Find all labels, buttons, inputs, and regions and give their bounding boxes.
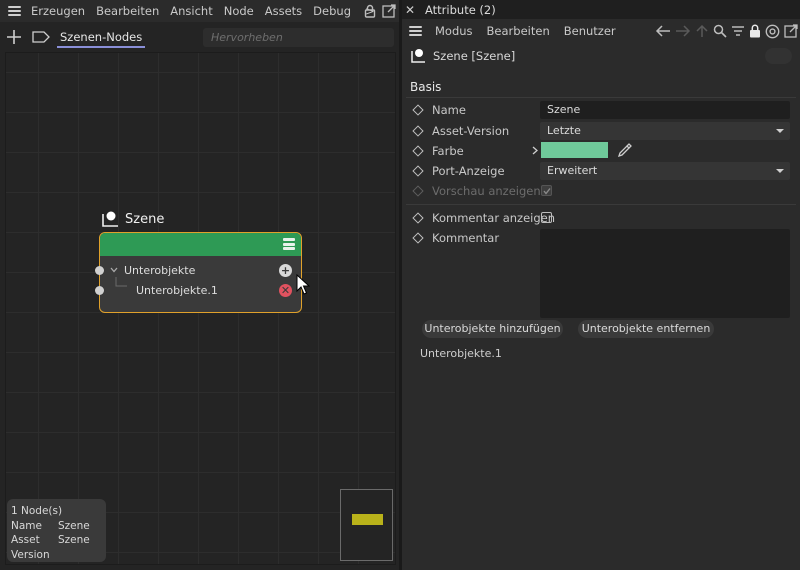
object-toggle-pill[interactable] — [765, 48, 792, 64]
menu-node[interactable]: Node — [221, 4, 262, 18]
property-kommentar-anzeigen: Kommentar anzeigen — [402, 208, 800, 228]
port-label: Unterobjekte — [124, 264, 196, 277]
port-row-unterobjekte-1: Unterobjekte.1 ✕ — [95, 277, 301, 301]
mouse-cursor-icon — [296, 274, 310, 296]
section-divider — [406, 97, 796, 98]
menu-erzeugen[interactable]: Erzeugen — [28, 4, 93, 18]
info-row: Version — [11, 548, 50, 561]
add-subobjects-button[interactable]: Unterobjekte hinzufügen — [422, 320, 563, 338]
keyframe-diamond-icon — [412, 185, 424, 197]
search-icon[interactable] — [713, 24, 727, 38]
lock-icon[interactable] — [364, 4, 376, 18]
lock-icon[interactable] — [749, 24, 761, 38]
keyframe-diamond-icon[interactable] — [412, 212, 424, 224]
eyedropper-icon[interactable] — [617, 142, 633, 158]
keyframe-diamond-icon[interactable] — [412, 125, 424, 137]
remove-port-icon[interactable]: ✕ — [279, 284, 292, 297]
object-header-row: Szene [Szene] — [410, 46, 792, 66]
node-count: 1 Node(s) — [11, 505, 63, 517]
node-header[interactable] — [100, 233, 301, 256]
menu-assets[interactable]: Assets — [262, 4, 310, 18]
scene-node-icon — [101, 210, 121, 228]
menu-debug[interactable]: Debug — [310, 4, 359, 18]
minimap[interactable] — [340, 489, 393, 561]
property-asset-version: Asset-Version Letzte — [402, 121, 800, 141]
tree-branch-icon — [114, 277, 128, 291]
menu-modus[interactable]: Modus — [428, 24, 480, 38]
undock-icon[interactable] — [784, 24, 798, 38]
keyframe-diamond-icon[interactable] — [412, 232, 424, 244]
property-port-anzeige: Port-Anzeige Erweitert — [402, 161, 800, 181]
target-icon[interactable] — [765, 24, 780, 39]
add-port-icon[interactable]: + — [279, 264, 292, 277]
node-info-box: 1 Node(s) Name Szene Asset Szene Version — [7, 499, 106, 562]
color-swatch[interactable] — [541, 142, 608, 158]
menu-ansicht[interactable]: Ansicht — [167, 4, 220, 18]
property-label: Asset-Version — [432, 124, 510, 138]
attribute-menubar: Modus Bearbeiten Benutzer — [402, 19, 800, 43]
attribute-titlebar: ✕ Attribute (2) — [402, 0, 800, 19]
attribute-window-title: Attribute (2) — [425, 2, 496, 17]
chevron-down-icon — [776, 129, 784, 133]
show-comment-checkbox[interactable] — [541, 212, 552, 223]
info-row: Name Szene — [11, 519, 90, 532]
menu-bearbeiten[interactable]: Bearbeiten — [480, 24, 557, 38]
property-vorschau-anzeigen: Vorschau anzeigen — [402, 181, 800, 201]
chevron-down-icon[interactable] — [110, 266, 118, 274]
property-label: Kommentar anzeigen — [432, 211, 556, 225]
chevron-down-icon — [776, 169, 784, 173]
property-label: Name — [432, 103, 466, 117]
node-title: Szene — [125, 211, 165, 227]
menu-bearbeiten[interactable]: Bearbeiten — [93, 4, 167, 18]
minimap-node — [352, 514, 383, 525]
input-port-dot[interactable] — [95, 286, 104, 295]
property-label: Port-Anzeige — [432, 164, 505, 178]
object-name: Szene [Szene] — [433, 49, 516, 63]
filter-icon[interactable] — [731, 24, 745, 38]
node-title-row: Szene — [101, 210, 164, 228]
arrow-up-icon[interactable] — [695, 24, 709, 38]
asset-version-select[interactable]: Letzte — [540, 122, 790, 140]
tag-icon[interactable] — [32, 31, 50, 43]
node-menu-icon[interactable] — [283, 238, 295, 250]
node-editor-menubar: Erzeugen Bearbeiten Ansicht Node Assets … — [0, 0, 399, 22]
port-row-unterobjekte: Unterobjekte + — [95, 261, 301, 281]
scene-node-icon — [410, 48, 427, 64]
property-farbe: Farbe — [402, 141, 800, 161]
hamburger-menu-icon[interactable] — [402, 26, 428, 36]
keyframe-diamond-icon[interactable] — [412, 104, 424, 116]
arrow-left-icon[interactable] — [655, 24, 671, 38]
node-editor-panel: Erzeugen Bearbeiten Ansicht Node Assets … — [0, 0, 399, 570]
remove-subobjects-button[interactable]: Unterobjekte entfernen — [578, 320, 714, 338]
hamburger-menu-icon[interactable] — [0, 0, 28, 22]
chevron-right-icon[interactable] — [532, 146, 538, 155]
port-display-select[interactable]: Erweitert — [540, 162, 790, 180]
arrow-right-icon[interactable] — [675, 24, 691, 38]
input-port-dot[interactable] — [95, 266, 104, 275]
add-icon[interactable] — [6, 29, 22, 45]
property-label: Vorschau anzeigen — [432, 184, 541, 198]
property-name: Name Szene — [402, 100, 800, 120]
section-basis-title: Basis — [410, 80, 442, 94]
property-label: Kommentar — [432, 231, 500, 245]
section-divider — [406, 204, 796, 205]
name-field[interactable]: Szene — [540, 101, 790, 119]
tab-szenen-nodes[interactable]: Szenen-Nodes — [57, 28, 146, 48]
keyframe-diamond-icon[interactable] — [412, 165, 424, 177]
subobject-entry: Unterobjekte.1 — [420, 347, 502, 360]
keyframe-diamond-icon[interactable] — [412, 145, 424, 157]
property-label: Farbe — [432, 144, 464, 158]
undock-icon[interactable] — [382, 4, 396, 18]
close-icon[interactable]: ✕ — [402, 3, 418, 17]
port-label: Unterobjekte.1 — [136, 284, 218, 297]
preview-checkbox — [541, 185, 552, 196]
node-editor-toolbar: Szenen-Nodes Hervorheben — [0, 24, 399, 50]
comment-textarea[interactable] — [540, 229, 790, 318]
info-row: Asset Szene — [11, 534, 90, 546]
menu-benutzer[interactable]: Benutzer — [557, 24, 623, 38]
scene-node[interactable]: Unterobjekte + Unterobjekte.1 ✕ — [95, 232, 302, 313]
highlight-search-input[interactable]: Hervorheben — [203, 28, 394, 47]
